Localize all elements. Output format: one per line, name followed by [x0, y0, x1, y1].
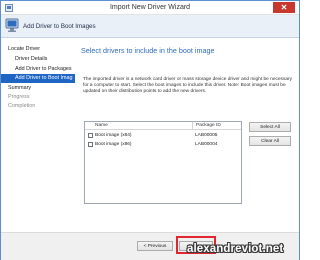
section-heading: Select drivers to include in the boot im… [81, 46, 215, 55]
nav-step-add-driver-to-boot-images[interactable]: Add Driver to Boot Imag [1, 74, 75, 83]
row-package-id: LAB00005 [195, 133, 218, 138]
row-name: Boot image (x86) [95, 142, 132, 147]
wizard-header: Add Driver to Boot Images [1, 15, 299, 38]
previous-button[interactable]: < Previous [137, 241, 173, 251]
table-row[interactable]: Boot image (x86) LAB00004 [85, 140, 241, 149]
row-checkbox[interactable] [88, 133, 93, 138]
table-header: Name Package ID [85, 122, 241, 130]
title-bar: Import New Driver Wizard ✕ [1, 1, 299, 15]
boot-images-table: Name Package ID Boot image (x64) LAB0000… [84, 121, 242, 204]
description-text: The imported driver is a network card dr… [83, 77, 293, 95]
wizard-steps-nav: Locate Driver Driver Details Add Driver … [1, 39, 75, 260]
page-title: Add Driver to Boot Images [23, 23, 96, 30]
computer-icon [5, 18, 19, 33]
wizard-window: Import New Driver Wizard ✕ Add Driver to… [0, 0, 300, 260]
nav-step-locate-driver[interactable]: Locate Driver [1, 45, 75, 54]
main-content: Select drivers to include in the boot im… [77, 39, 299, 232]
nav-step-driver-details[interactable]: Driver Details [1, 55, 75, 64]
window-title: Import New Driver Wizard [109, 4, 191, 11]
row-checkbox[interactable] [88, 142, 93, 147]
nav-step-add-driver-to-packages[interactable]: Add Driver to Packages [1, 65, 75, 74]
nav-step-summary[interactable]: Summary [1, 84, 75, 93]
row-name: Boot image (x64) [95, 133, 132, 138]
close-button[interactable]: ✕ [273, 2, 295, 13]
column-header-name[interactable]: Name [95, 122, 108, 130]
clear-all-button[interactable]: Clear All [249, 136, 291, 146]
nav-step-completion: Completion [8, 103, 36, 109]
row-package-id: LAB00004 [195, 142, 218, 147]
nav-step-progress: Progress [8, 94, 30, 100]
column-header-package-id[interactable]: Package ID [192, 122, 221, 130]
select-all-button[interactable]: Select All [249, 122, 291, 132]
table-row[interactable]: Boot image (x64) LAB00005 [85, 131, 241, 140]
watermark-text: alexandreviot.net [187, 243, 284, 255]
